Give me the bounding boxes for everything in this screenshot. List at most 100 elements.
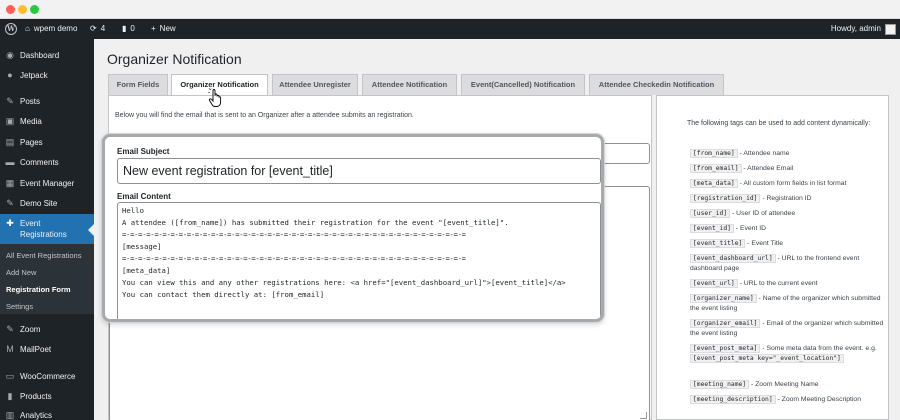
sidebar-item-products[interactable]: ▮ Products: [0, 387, 94, 405]
tag-desc: - Attendee name: [737, 150, 790, 157]
tag-row: [user_id] - User ID of attendee: [690, 209, 885, 219]
content-line: [message]: [122, 242, 162, 251]
tag-row: [event_title] - Event Title: [690, 239, 885, 249]
tag-desc: - Attendee Email: [741, 165, 794, 172]
minimize-window-button[interactable]: [18, 5, 27, 14]
panel-intro: Below you will find the email that is se…: [115, 112, 414, 119]
tab-attendee-checkedin-notification[interactable]: Attendee Checkedin Notification: [589, 74, 724, 95]
sidebar-item-zoom[interactable]: ✎ Zoom: [0, 320, 94, 338]
tag-code: [organizer_name]: [690, 294, 757, 303]
sidebar-item-label: Zoom: [20, 324, 41, 334]
tag-code: [meeting_name]: [690, 380, 750, 389]
email-content-label: Email Content: [117, 192, 171, 201]
sidebar-item-mailpoet[interactable]: M MailPoet: [0, 340, 94, 358]
sidebar-item-label: Event Manager: [20, 178, 75, 188]
woo-icon: ▭: [5, 370, 15, 381]
sidebar-item-event-registrations[interactable]: ✚ Event Registrations: [0, 214, 94, 244]
tag-row: [from_email] - Attendee Email: [690, 164, 885, 174]
tag-row: [from_name] - Attendee name: [690, 149, 885, 159]
sidebar-item-label: Media: [20, 116, 42, 126]
comment-bubble-icon: ▮: [122, 24, 127, 33]
submenu-add-new[interactable]: Add New: [6, 268, 36, 277]
tag-row: [event_url] - URL to the current event: [690, 279, 885, 289]
content-line: You can contact them directly at: [from_…: [122, 290, 325, 299]
email-content-textarea[interactable]: Hello A attendee ([from_name]) has submi…: [117, 202, 601, 319]
registration-icon: ✚: [6, 218, 14, 228]
tag-row: [registration_id] - Registration ID: [690, 194, 885, 204]
pin-icon: ✎: [6, 197, 14, 208]
admin-bar: W ⌂ wpem demo ⟳ 4 ▮ 0 + New Howdy, admin: [0, 19, 900, 39]
account-menu[interactable]: Howdy, admin: [831, 19, 896, 39]
maximize-window-button[interactable]: [30, 5, 39, 14]
sidebar-item-media[interactable]: ▣ Media: [0, 112, 94, 130]
content-line: Hello: [122, 206, 144, 215]
page-title: Organizer Notification: [107, 51, 242, 67]
mailpoet-icon: M: [6, 344, 14, 354]
sidebar-item-jetpack[interactable]: ● Jetpack: [0, 66, 94, 84]
sidebar-item-posts[interactable]: ✎ Posts: [0, 92, 94, 110]
tab-attendee-notification[interactable]: Attendee Notification: [362, 74, 457, 95]
new-content-link[interactable]: + New: [151, 19, 176, 39]
tag-row: [meeting_description] - Zoom Meeting Des…: [690, 395, 885, 405]
site-name-link[interactable]: ⌂ wpem demo: [25, 19, 77, 39]
content-line: You can view this and any other registra…: [122, 278, 566, 287]
tab-attendee-unregister[interactable]: Attendee Unregister: [272, 74, 358, 95]
tag-code: [event_dashboard_url]: [690, 254, 776, 263]
wordpress-logo-button[interactable]: W: [4, 19, 18, 39]
submenu-settings[interactable]: Settings: [6, 302, 33, 311]
resize-handle-icon[interactable]: [640, 412, 647, 419]
sidebar-item-label: Event Registrations: [20, 219, 67, 239]
sidebar-item-label: Posts: [20, 96, 41, 106]
tag-desc: - URL to the current event: [737, 280, 818, 287]
tag-code: [event_url]: [690, 279, 738, 288]
comments-count: 0: [130, 24, 135, 33]
howdy-label: Howdy, admin: [830, 24, 881, 33]
content-line: A attendee ([from_name]) has submitted t…: [122, 218, 509, 227]
submenu-all-event-registrations[interactable]: All Event Registrations: [6, 251, 81, 260]
jetpack-icon: ●: [7, 70, 13, 80]
tag-row: [organizer_name] - Name of the organizer…: [690, 294, 885, 314]
event-registrations-submenu: All Event Registrations Add New Registra…: [0, 244, 94, 314]
email-subject-label: Email Subject: [117, 147, 170, 156]
sidebar-item-pages[interactable]: ▤ Pages: [0, 133, 94, 151]
tag-code: [organizer_email]: [690, 319, 761, 328]
sidebar-item-label: MailPoet: [20, 344, 52, 354]
sidebar-item-label: Products: [20, 391, 52, 401]
content-line: [meta_data]: [122, 266, 171, 275]
tag-desc: - User ID of attendee: [730, 210, 796, 217]
submenu-registration-form[interactable]: Registration Form: [6, 285, 71, 294]
tag-code: [from_email]: [690, 164, 742, 173]
tab-event-cancelled-notification[interactable]: Event(Cancelled) Notification: [461, 74, 585, 95]
sidebar-item-demo-site[interactable]: ✎ Demo Site: [0, 194, 94, 212]
plus-icon: +: [151, 24, 156, 33]
tag-row: [event_dashboard_url] - URL to the front…: [690, 254, 885, 274]
comment-icon: ▬: [5, 157, 15, 167]
new-label: New: [159, 24, 176, 33]
sidebar-item-label: Pages: [20, 137, 43, 147]
sidebar-item-label: Analytics: [20, 410, 53, 420]
sidebar-item-analytics[interactable]: ▥ Analytics: [0, 406, 94, 420]
tab-form-fields[interactable]: Form Fields: [108, 74, 168, 95]
wordpress-icon: W: [5, 23, 17, 35]
sidebar-item-dashboard[interactable]: ◉ Dashboard: [0, 46, 94, 64]
updates-count: 4: [100, 24, 106, 33]
admin-sidebar: ◉ Dashboard ● Jetpack ✎ Posts ▣ Media ▤ …: [0, 39, 94, 420]
sidebar-item-comments[interactable]: ▬ Comments: [0, 153, 94, 171]
sidebar-item-event-manager[interactable]: ▦ Event Manager: [0, 174, 94, 192]
tag-desc: - Some meta data from the event. e.g.: [760, 345, 877, 352]
tag-code: [event_post_meta]: [690, 344, 761, 353]
tag-desc: - Zoom Meeting Name: [749, 381, 819, 388]
calendar-icon: ▦: [5, 177, 15, 188]
tag-row: [meta_data] - All custom form fields in …: [690, 179, 885, 189]
content-line: =-=-=-=-=-=-=-=-=-=-=-=-=-=-=-=-=-=-=-=-…: [122, 254, 466, 263]
sidebar-item-woocommerce[interactable]: ▭ WooCommerce: [0, 367, 94, 385]
updates-link[interactable]: ⟳ 4: [90, 19, 105, 39]
tag-desc: - Zoom Meeting Description: [775, 396, 862, 403]
window-titlebar: [0, 0, 900, 19]
tag-code: [event_id]: [690, 224, 734, 233]
avatar: [885, 23, 896, 35]
comments-link[interactable]: ▮ 0: [122, 19, 135, 39]
site-name-label: wpem demo: [33, 24, 78, 33]
close-window-button[interactable]: [6, 5, 15, 14]
email-subject-field[interactable]: New event registration for [event_title]: [117, 158, 601, 184]
